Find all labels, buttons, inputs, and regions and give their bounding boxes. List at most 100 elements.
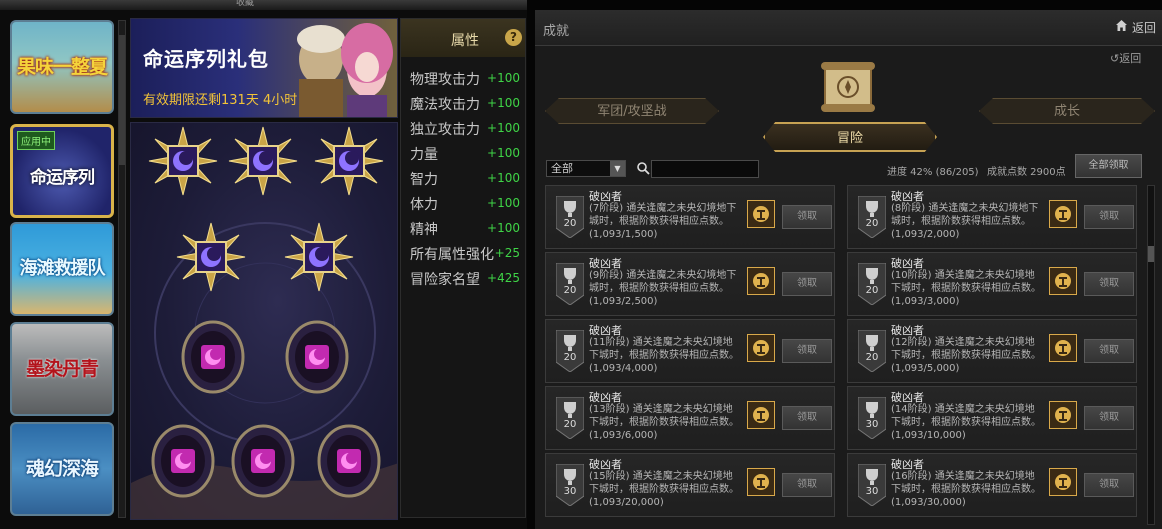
achievement-row: 20 破凶者 (12阶段) 通关逢魔之未央幻境地下城时，根据阶数获得相应点数。 (1,… xyxy=(847,319,1137,383)
tab-legion[interactable]: 军团/攻坚战 xyxy=(545,98,719,124)
attribute-value: +425 xyxy=(487,271,520,285)
achievement-description: (7阶段) 通关逢魔之未央幻境地下城时，根据阶数获得相应点数。 xyxy=(589,203,737,227)
reward-icon[interactable] xyxy=(1049,401,1077,429)
claim-button[interactable]: 领取 xyxy=(782,339,832,363)
gold-star-emblem-slot[interactable] xyxy=(313,125,385,197)
card-beach-rescue[interactable]: 海滩救援队 xyxy=(10,222,114,316)
claim-button[interactable]: 领取 xyxy=(782,272,832,296)
gold-star-emblem-slot[interactable] xyxy=(147,125,219,197)
card-label: 墨染丹青 xyxy=(25,358,99,380)
help-icon[interactable]: ? xyxy=(505,29,522,46)
card-fate-sequence[interactable]: 应用中 命运序列 xyxy=(10,124,114,218)
attribute-name: 智力 xyxy=(410,172,438,188)
achievement-row: 20 破凶者 (10阶段) 通关逢魔之未央幻境地下城时，根据阶数获得相应点数。 (1,… xyxy=(847,252,1137,316)
attribute-row: 力量 +100 xyxy=(410,142,522,167)
reward-icon[interactable] xyxy=(1049,267,1077,295)
home-icon[interactable] xyxy=(1115,19,1128,32)
attribute-value: +100 xyxy=(487,121,520,135)
gold-star-emblem-slot[interactable] xyxy=(175,221,247,293)
search-input[interactable] xyxy=(651,160,759,178)
claim-button[interactable]: 领取 xyxy=(1084,272,1134,296)
back-link-label: 返回 xyxy=(1119,52,1142,65)
attribute-row: 物理攻击力 +100 xyxy=(410,67,522,92)
package-banner: 命运序列礼包 有效期限还剩131天 4小时 xyxy=(130,18,398,118)
claim-button[interactable]: 领取 xyxy=(782,473,832,497)
achievement-progress: (1,093/1,500) xyxy=(589,229,658,240)
emblem-slot-board xyxy=(130,122,398,520)
claim-button[interactable]: 领取 xyxy=(782,406,832,430)
pink-orb-emblem-slot[interactable] xyxy=(231,424,295,498)
filter-dropdown[interactable]: 全部 ▼ xyxy=(546,160,626,177)
achievement-level: 20 xyxy=(563,419,577,430)
achievement-level: 30 xyxy=(563,486,577,497)
attribute-row: 精神 +100 xyxy=(410,217,522,242)
claim-button[interactable]: 领取 xyxy=(782,205,832,229)
attribute-row: 冒险家名望 +425 xyxy=(410,267,522,292)
attribute-name: 物理攻击力 xyxy=(410,72,480,88)
gold-star-emblem-slot[interactable] xyxy=(227,125,299,197)
attribute-row: 体力 +100 xyxy=(410,192,522,217)
reward-icon[interactable] xyxy=(747,468,775,496)
achievement-level: 20 xyxy=(563,285,577,296)
reward-icon[interactable] xyxy=(747,200,775,228)
attribute-panel: 属性 ? 物理攻击力 +100 魔法攻击力 +100 独立攻击力 +100 力量 +100 智力… xyxy=(400,18,526,518)
pink-orb-emblem-slot[interactable] xyxy=(317,424,381,498)
chevron-down-icon[interactable]: ▼ xyxy=(610,161,625,176)
card-fruit-summer[interactable]: 果味一整夏 xyxy=(10,20,114,114)
attribute-value: +100 xyxy=(487,171,520,185)
attribute-value: +100 xyxy=(487,96,520,110)
achievement-row: 20 破凶者 (13阶段) 通关逢魔之未央幻境地下城时，根据阶数获得相应点数。 (1,… xyxy=(545,386,835,450)
achievement-progress: (1,093/6,000) xyxy=(589,430,658,441)
card-phantom-sea[interactable]: 魂幻深海 xyxy=(10,422,114,516)
attribute-row: 智力 +100 xyxy=(410,167,522,192)
achievement-progress: (1,093/20,000) xyxy=(589,497,664,508)
gold-star-emblem-slot[interactable] xyxy=(283,221,355,293)
claim-button[interactable]: 领取 xyxy=(1084,339,1134,363)
reward-icon[interactable] xyxy=(747,401,775,429)
tab-growth[interactable]: 成长 xyxy=(979,98,1155,124)
achievement-list-scrollbar[interactable] xyxy=(1147,185,1155,525)
pink-orb-emblem-slot[interactable] xyxy=(285,320,349,394)
claim-button[interactable]: 领取 xyxy=(1084,406,1134,430)
achievement-description: (8阶段) 通关逢魔之未央幻境地下城时，根据阶数获得相应点数。 xyxy=(891,203,1039,227)
attribute-name: 魔法攻击力 xyxy=(410,97,480,113)
card-label: 海滩救援队 xyxy=(19,258,106,279)
attribute-title: 属性 xyxy=(451,33,479,49)
reward-icon[interactable] xyxy=(1049,200,1077,228)
trophy-icon xyxy=(858,196,886,238)
achievement-description: (12阶段) 通关逢魔之未央幻境地下城时，根据阶数获得相应点数。 xyxy=(891,337,1041,361)
back-button[interactable]: 返回 xyxy=(1132,19,1156,36)
achievement-row: 30 破凶者 (14阶段) 通关逢魔之未央幻境地下城时，根据阶数获得相应点数。 (1,… xyxy=(847,386,1137,450)
trophy-icon xyxy=(556,196,584,238)
attribute-name: 独立攻击力 xyxy=(410,122,480,138)
achievement-row: 30 破凶者 (16阶段) 通关逢魔之未央幻境地下城时，根据阶数获得相应点数。 (1,… xyxy=(847,453,1137,517)
reward-icon[interactable] xyxy=(1049,468,1077,496)
achievement-row: 20 破凶者 (9阶段) 通关逢魔之未央幻境地下城时，根据阶数获得相应点数。 (1,0… xyxy=(545,252,835,316)
attribute-row: 所有属性强化 +25 xyxy=(410,242,522,267)
reward-icon[interactable] xyxy=(747,267,775,295)
reward-icon[interactable] xyxy=(1049,334,1077,362)
claim-button[interactable]: 领取 xyxy=(1084,473,1134,497)
achievement-progress: (1,093/2,500) xyxy=(589,296,658,307)
reward-icon[interactable] xyxy=(747,334,775,362)
back-link[interactable]: ↺返回 xyxy=(1110,50,1141,66)
claim-button[interactable]: 领取 xyxy=(1084,205,1134,229)
trophy-icon xyxy=(556,464,584,506)
achievement-description: (13阶段) 通关逢魔之未央幻境地下城时，根据阶数获得相应点数。 xyxy=(589,404,739,428)
tab-adventure[interactable]: 冒险 xyxy=(763,122,937,152)
progress-text: 进度 42% (86/205) xyxy=(887,167,979,178)
trophy-icon xyxy=(556,263,584,305)
claim-all-button[interactable]: 全部领取 xyxy=(1075,154,1142,178)
pink-orb-emblem-slot[interactable] xyxy=(181,320,245,394)
achievement-level: 30 xyxy=(865,486,879,497)
card-ink-painting[interactable]: 墨染丹青 xyxy=(10,322,114,416)
scrollbar-thumb[interactable] xyxy=(119,35,125,165)
achievement-description: (9阶段) 通关逢魔之未央幻境地下城时，根据阶数获得相应点数。 xyxy=(589,270,737,294)
card-list-scrollbar[interactable] xyxy=(118,20,126,518)
achievement-progress: (1,093/2,000) xyxy=(891,229,960,240)
trophy-icon xyxy=(556,330,584,372)
scrollbar-thumb[interactable] xyxy=(1148,246,1154,262)
trophy-icon xyxy=(556,397,584,439)
pink-orb-emblem-slot[interactable] xyxy=(151,424,215,498)
attribute-value: +100 xyxy=(487,196,520,210)
